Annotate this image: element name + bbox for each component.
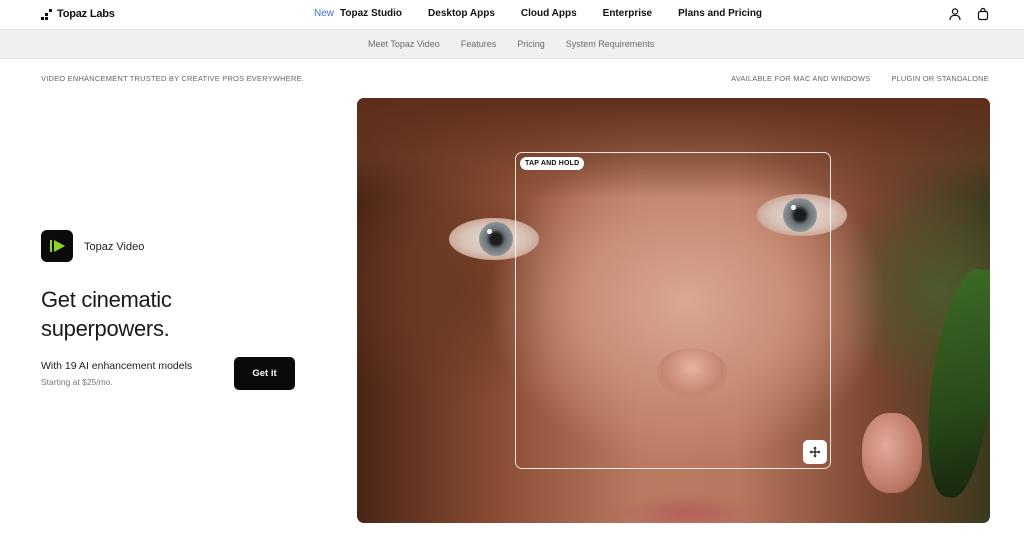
- sub-navigation: Meet Topaz Video Features Pricing System…: [0, 29, 1024, 59]
- finger: [862, 413, 922, 493]
- left-iris: [479, 222, 513, 256]
- sub-nav-links: Meet Topaz Video Features Pricing System…: [368, 39, 675, 49]
- lips: [607, 493, 767, 523]
- leaf: [916, 264, 990, 502]
- main-nav: New Topaz Studio Desktop Apps Cloud Apps…: [314, 8, 788, 19]
- brand-name: Topaz Labs: [57, 8, 115, 20]
- play-icon: [50, 240, 65, 252]
- hero-title: Get cinematic superpowers.: [41, 285, 241, 343]
- subnav-link-system-requirements[interactable]: System Requirements: [566, 39, 655, 49]
- nav-link-cloud-apps[interactable]: Cloud Apps: [521, 8, 577, 19]
- hero-price: Starting at $25/mo.: [41, 377, 113, 387]
- product-name: Topaz Video: [84, 241, 145, 253]
- hero-title-line1: Get cinematic: [41, 287, 172, 312]
- nav-link-enterprise[interactable]: Enterprise: [603, 8, 652, 19]
- compare-box[interactable]: TAP AND HOLD: [515, 152, 831, 469]
- get-it-button[interactable]: Get it: [234, 357, 295, 390]
- tagline-plugin: PLUGIN OR STANDALONE: [891, 74, 989, 83]
- tagline-right: AVAILABLE FOR MAC AND WINDOWS PLUGIN OR …: [731, 74, 989, 83]
- hero-subtitle: With 19 AI enhancement models: [41, 360, 193, 372]
- subnav-link-meet-topaz-video[interactable]: Meet Topaz Video: [368, 39, 440, 49]
- nav-link-desktop-apps[interactable]: Desktop Apps: [428, 8, 495, 19]
- tagline-platforms: AVAILABLE FOR MAC AND WINDOWS: [731, 74, 871, 83]
- logo-mark-icon: [41, 8, 52, 20]
- product-app-icon: [41, 230, 73, 262]
- hero-title-line2: superpowers.: [41, 316, 170, 341]
- nav-link-topaz-studio[interactable]: Topaz Studio: [340, 8, 402, 19]
- nav-icons: [948, 7, 990, 21]
- top-navigation: Topaz Labs New Topaz Studio Desktop Apps…: [0, 0, 1024, 29]
- nav-link-plans-and-pricing[interactable]: Plans and Pricing: [678, 8, 762, 19]
- video-preview[interactable]: TAP AND HOLD: [357, 98, 990, 523]
- move-handle[interactable]: [803, 440, 827, 464]
- tagline-left: VIDEO ENHANCEMENT TRUSTED BY CREATIVE PR…: [41, 74, 305, 83]
- new-badge: New: [314, 8, 335, 19]
- bag-icon[interactable]: [976, 7, 990, 21]
- subnav-link-features[interactable]: Features: [461, 39, 497, 49]
- user-icon[interactable]: [948, 7, 962, 21]
- move-icon: [809, 446, 821, 458]
- tap-and-hold-label: TAP AND HOLD: [520, 157, 585, 170]
- brand-logo[interactable]: Topaz Labs: [41, 8, 115, 20]
- subnav-link-pricing[interactable]: Pricing: [517, 39, 545, 49]
